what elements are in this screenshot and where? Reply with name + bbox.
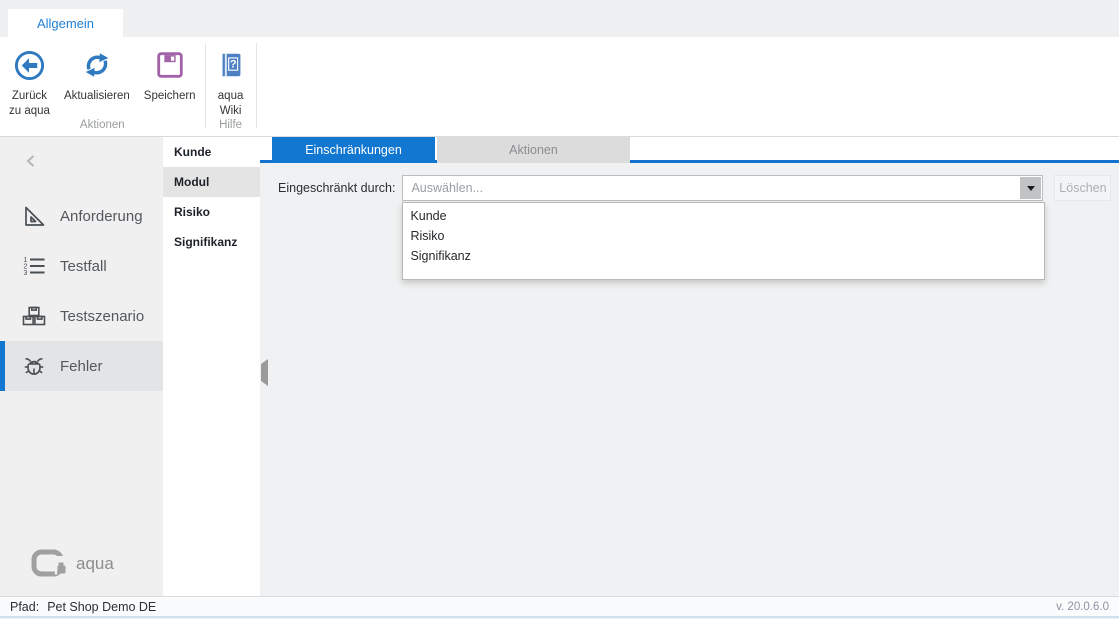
sidebar-item-testszenario[interactable]: Testszenario <box>0 291 163 341</box>
ribbon-tab-strip: Allgemein <box>0 0 1119 37</box>
sidebar-item-testfall[interactable]: 123 Testfall <box>0 241 163 291</box>
content-tabbar: Einschränkungen Aktionen <box>260 137 1119 163</box>
aqua-wiki-button-label: aqua Wiki <box>218 89 244 119</box>
triangle-left-icon <box>261 359 268 386</box>
ribbon-separator <box>256 43 257 128</box>
dropdown-option-risiko[interactable]: Risiko <box>403 226 1044 246</box>
path-label: Pfad: <box>10 600 39 614</box>
ribbon-group-label-aktionen: Aktionen <box>2 119 203 137</box>
aqua-logo-text: aqua <box>76 554 114 574</box>
back-to-aqua-button[interactable]: Zurück zu aqua <box>2 43 57 119</box>
ribbon-group-aktionen: Zurück zu aqua Aktualisieren <box>2 37 203 136</box>
back-button-label: Zurück zu aqua <box>9 89 50 119</box>
delete-button[interactable]: Löschen <box>1054 175 1111 201</box>
subnav-item-risiko[interactable]: Risiko <box>163 197 260 227</box>
save-icon <box>154 45 186 85</box>
dropdown-option-signifikanz[interactable]: Signifikanz <box>403 246 1044 266</box>
panel-collapse-button[interactable] <box>261 364 269 376</box>
aqua-wiki-button[interactable]: ? aqua Wiki <box>208 43 254 119</box>
subnav-item-kunde[interactable]: Kunde <box>163 137 260 167</box>
subnav-item-modul[interactable]: Modul <box>163 167 260 197</box>
combobox-placeholder: Auswählen... <box>411 176 483 200</box>
ribbon-separator <box>205 43 206 128</box>
refresh-icon <box>81 45 113 85</box>
blocks-icon <box>21 303 47 329</box>
svg-text:?: ? <box>229 58 236 70</box>
aqua-logo-icon <box>31 549 68 578</box>
ribbon-tab-allgemein[interactable]: Allgemein <box>8 9 123 37</box>
path-value: Pet Shop Demo DE <box>47 600 156 614</box>
ribbon: Zurück zu aqua Aktualisieren <box>0 37 1119 137</box>
content-area: Einschränkungen Aktionen Eingeschränkt d… <box>260 137 1119 596</box>
bug-icon <box>21 353 47 379</box>
numbered-list-icon: 123 <box>21 253 47 279</box>
restricted-by-combobox[interactable]: Auswählen... Kunde Risiko Signifikanz <box>402 175 1043 201</box>
ribbon-group-hilfe: ? aqua Wiki Hilfe <box>208 37 254 136</box>
sidebar-item-fehler[interactable]: Fehler <box>0 341 163 391</box>
refresh-button-label: Aktualisieren <box>64 89 130 104</box>
version-label: v. 20.0.6.0 <box>1056 601 1109 613</box>
combobox-dropdown-button[interactable] <box>1020 177 1041 199</box>
refresh-button[interactable]: Aktualisieren <box>57 43 137 104</box>
sidebar-item-label: Fehler <box>60 358 103 375</box>
statusbar: Pfad: Pet Shop Demo DE v. 20.0.6.0 <box>0 596 1119 618</box>
tab-einschraenkungen[interactable]: Einschränkungen <box>272 137 435 163</box>
restricted-by-label: Eingeschränkt durch: <box>278 181 395 195</box>
chevron-left-icon <box>23 153 39 169</box>
back-icon <box>13 45 46 85</box>
sidebar-item-label: Anforderung <box>60 208 143 225</box>
sidebar-item-anforderung[interactable]: Anforderung <box>0 191 163 241</box>
sidebar-item-label: Testszenario <box>60 308 144 325</box>
subnav-item-signifikanz[interactable]: Signifikanz <box>163 227 260 257</box>
chevron-down-icon <box>1027 186 1035 191</box>
save-button[interactable]: Speichern <box>137 43 203 104</box>
aqua-logo: aqua <box>31 549 114 578</box>
sidebar: Anforderung 123 Testfall <box>0 137 163 596</box>
combobox-dropdown-panel: Kunde Risiko Signifikanz <box>402 202 1045 280</box>
help-book-icon: ? <box>215 45 247 85</box>
dropdown-option-kunde[interactable]: Kunde <box>403 206 1044 226</box>
sidebar-item-label: Testfall <box>60 258 107 275</box>
save-button-label: Speichern <box>144 89 196 104</box>
app-window: Allgemein Zurück zu aqua <box>0 0 1119 619</box>
set-square-icon <box>21 203 47 229</box>
svg-text:3: 3 <box>24 270 28 277</box>
sidebar-collapse-button[interactable] <box>23 149 41 173</box>
tab-aktionen[interactable]: Aktionen <box>437 137 630 163</box>
ribbon-group-label-hilfe: Hilfe <box>208 119 254 137</box>
subnav-panel: Kunde Modul Risiko Signifikanz <box>163 137 260 596</box>
